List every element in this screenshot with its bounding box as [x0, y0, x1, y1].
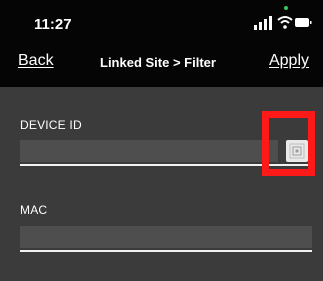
mac-input[interactable]	[20, 226, 312, 248]
status-icons	[254, 16, 312, 30]
header-bar: 11:27 Back Linked Site > Filter Apply	[0, 0, 323, 87]
filter-screen: 11:27 Back Linked Site > Filter Apply DE…	[0, 0, 323, 281]
privacy-indicator-dot	[284, 6, 288, 10]
device-id-input[interactable]	[20, 140, 278, 162]
back-button[interactable]: Back	[18, 52, 54, 70]
wifi-icon	[277, 16, 293, 29]
battery-icon	[295, 18, 312, 27]
page-title: Linked Site > Filter	[100, 55, 216, 70]
qr-highlight-box	[262, 111, 315, 176]
apply-button[interactable]: Apply	[269, 52, 309, 70]
status-time: 11:27	[34, 16, 72, 33]
signal-icon	[254, 16, 272, 30]
device-id-label: DEVICE ID	[20, 118, 82, 132]
mac-label: MAC	[20, 203, 48, 217]
mac-underline	[20, 250, 312, 252]
